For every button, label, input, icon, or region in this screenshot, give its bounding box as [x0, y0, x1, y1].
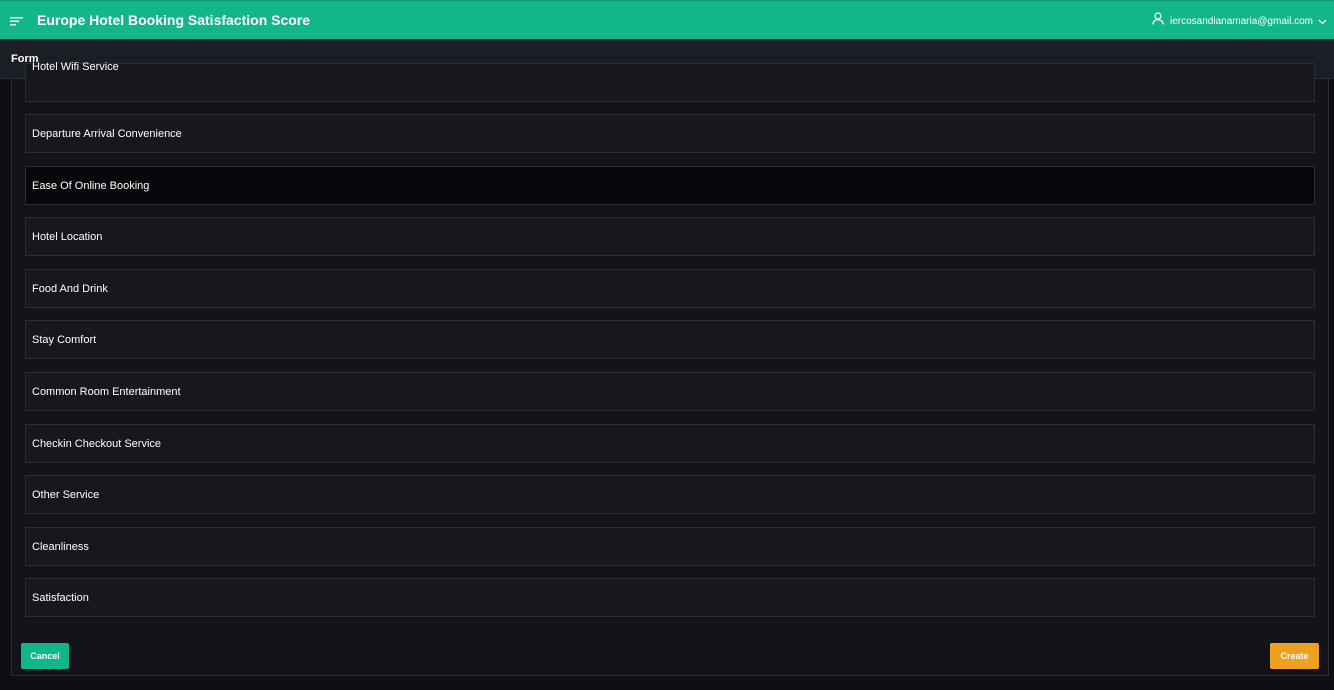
cancel-button[interactable]: Cancel — [21, 643, 69, 669]
field-label: Checkin Checkout Service — [32, 438, 162, 450]
field-ease-of-online-booking[interactable]: Ease Of Online Booking — [25, 166, 1315, 205]
menu-icon[interactable] — [10, 14, 24, 26]
chevron-down-icon[interactable] — [1318, 12, 1327, 30]
user-menu[interactable]: iercosandianamaria@gmail.com — [1152, 12, 1327, 30]
field-label: Common Room Entertainment — [32, 386, 181, 398]
user-email: iercosandianamaria@gmail.com — [1170, 15, 1313, 27]
user-icon — [1152, 12, 1164, 30]
field-label: Ease Of Online Booking — [32, 180, 150, 192]
field-label: Cleanliness — [32, 541, 89, 553]
top-bar: Europe Hotel Booking Satisfaction Score … — [0, 0, 1334, 39]
field-label: Satisfaction — [32, 592, 89, 604]
field-departure-arrival-convenience[interactable]: Departure Arrival Convenience — [25, 114, 1315, 153]
field-label: Stay Comfort — [32, 334, 97, 346]
create-button[interactable]: Create — [1270, 643, 1319, 669]
field-label: Food And Drink — [32, 283, 108, 295]
field-hotel-wifi-service[interactable]: Hotel Wifi Service — [25, 61, 1315, 102]
field-label: Hotel Wifi Service — [32, 61, 119, 73]
field-common-room-entertainment[interactable]: Common Room Entertainment — [25, 372, 1315, 411]
field-label: Hotel Location — [32, 231, 103, 243]
field-stay-comfort[interactable]: Stay Comfort — [25, 320, 1315, 359]
field-checkin-checkout-service[interactable]: Checkin Checkout Service — [25, 424, 1315, 463]
field-food-and-drink[interactable]: Food And Drink — [25, 269, 1315, 308]
field-other-service[interactable]: Other Service — [25, 475, 1315, 514]
field-cleanliness[interactable]: Cleanliness — [25, 527, 1315, 566]
field-label: Other Service — [32, 489, 100, 501]
field-satisfaction[interactable]: Satisfaction — [25, 578, 1315, 617]
app-title: Europe Hotel Booking Satisfaction Score — [37, 12, 311, 28]
field-hotel-location[interactable]: Hotel Location — [25, 217, 1315, 256]
field-label: Departure Arrival Convenience — [32, 128, 182, 140]
